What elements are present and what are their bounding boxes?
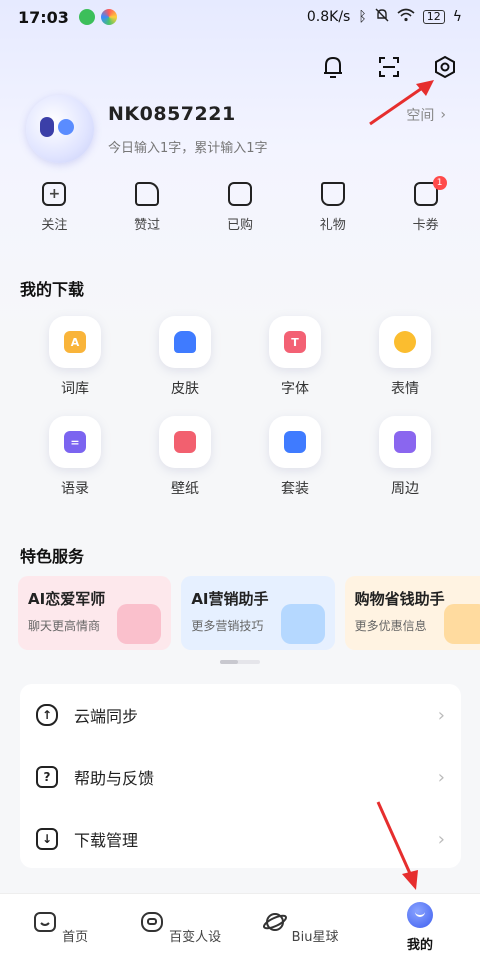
service-card-shopping[interactable]: 购物省钱助手 更多优惠信息 <box>344 576 480 650</box>
chevron-right-icon: › <box>437 828 445 850</box>
me-icon <box>407 901 433 928</box>
menu-label: 云端同步 <box>74 707 139 726</box>
mute-icon <box>375 8 389 26</box>
emoji-icon <box>379 316 431 368</box>
tab-planet[interactable]: Biu星球 <box>245 909 355 945</box>
download-label: 词库 <box>61 381 89 397</box>
download-label: 套装 <box>281 481 309 497</box>
battery-icon: 12 <box>422 10 445 24</box>
bottom-tab-bar: 首页 百变人设 Biu星球 我的 <box>0 893 480 960</box>
download-item-merch[interactable]: 周边 <box>350 416 460 498</box>
tab-home[interactable]: 首页 <box>5 909 115 945</box>
quick-actions: + 关注 赞过 已购 礼物 1 卡券 <box>0 176 480 233</box>
wifi-icon <box>397 8 415 26</box>
tab-persona[interactable]: 百变人设 <box>125 909 235 945</box>
chevron-right-icon: › <box>437 704 445 726</box>
tab-label: 首页 <box>62 930 89 945</box>
cloud-sync-icon: ↑ <box>36 704 58 726</box>
tab-label: Biu星球 <box>291 930 339 945</box>
charging-icon: ϟ <box>452 9 462 25</box>
trend-chart-icon <box>280 604 325 644</box>
bell-icon[interactable] <box>316 50 350 84</box>
quick-label: 礼物 <box>319 218 346 233</box>
quick-label: 卡券 <box>412 218 439 233</box>
chevron-right-icon: › <box>437 766 445 788</box>
notification-icons <box>78 9 117 25</box>
username: NK0857221 <box>108 103 236 125</box>
download-label: 壁纸 <box>171 481 199 497</box>
gift-icon <box>320 182 345 206</box>
skin-icon <box>159 316 211 368</box>
download-item-suit[interactable]: 套装 <box>240 416 350 498</box>
tab-label: 百变人设 <box>169 930 222 945</box>
app-notification-icon <box>100 9 117 25</box>
font-icon: T <box>269 316 321 368</box>
quick-follow[interactable]: + 关注 <box>17 182 91 233</box>
dictionary-icon: A <box>49 316 101 368</box>
net-speed: 0.8K/s <box>306 9 351 25</box>
chevron-right-icon: › <box>440 107 446 123</box>
persona-icon <box>140 912 163 932</box>
coin-icon <box>443 604 480 644</box>
download-item-skin[interactable]: 皮肤 <box>130 316 240 398</box>
status-time: 17:03 <box>18 7 69 27</box>
folder-icon <box>269 416 321 468</box>
menu-label: 下载管理 <box>74 831 139 850</box>
quick-coupon[interactable]: 1 卡券 <box>389 176 463 233</box>
services-row: AI恋爱军师 聊天更高情商 AI营销助手 更多营销技巧 购物省钱助手 更多优惠信… <box>18 576 480 650</box>
download-icon: ↓ <box>36 828 58 850</box>
quotes-icon: = <box>49 416 101 468</box>
download-item-font[interactable]: T 字体 <box>240 316 350 398</box>
download-item-quotes[interactable]: = 语录 <box>20 416 130 498</box>
annotation-arrow-settings <box>369 80 434 126</box>
menu-label: 帮助与反馈 <box>74 769 155 788</box>
help-icon: ? <box>36 766 58 788</box>
bluetooth-icon: ᛒ <box>358 9 367 25</box>
planet-icon <box>262 913 287 931</box>
download-label: 字体 <box>281 381 309 397</box>
quick-label: 已购 <box>226 218 253 233</box>
merch-icon <box>379 416 431 468</box>
avatar[interactable] <box>26 95 94 163</box>
download-label: 语录 <box>61 481 89 497</box>
quick-purchased[interactable]: 已购 <box>203 182 277 233</box>
home-icon <box>33 912 56 932</box>
downloads-grid: A 词库 皮肤 T 字体 表情 = 语录 壁纸 套装 周边 <box>20 316 460 498</box>
tab-label: 我的 <box>406 937 433 953</box>
coupon-badge: 1 <box>432 176 447 190</box>
quick-label: 关注 <box>41 218 68 233</box>
quick-gift[interactable]: 礼物 <box>296 182 370 233</box>
carousel-indicator <box>220 660 260 664</box>
thumb-up-icon <box>135 182 160 206</box>
wallpaper-icon <box>159 416 211 468</box>
quick-liked[interactable]: 赞过 <box>110 182 184 233</box>
download-label: 表情 <box>391 381 419 397</box>
service-card-marketing[interactable]: AI营销助手 更多营销技巧 <box>181 576 335 650</box>
download-label: 周边 <box>391 481 419 497</box>
input-stats: 今日输入1字，累计输入1字 <box>108 141 268 156</box>
tab-me[interactable]: 我的 <box>365 901 475 953</box>
annotation-arrow-me-tab <box>376 801 418 890</box>
download-item-dictionary[interactable]: A 词库 <box>20 316 130 398</box>
shopping-bag-icon <box>227 182 252 206</box>
services-title: 特色服务 <box>20 547 85 566</box>
download-item-wallpaper[interactable]: 壁纸 <box>130 416 240 498</box>
plus-box-icon: + <box>42 182 67 206</box>
service-card-love[interactable]: AI恋爱军师 聊天更高情商 <box>18 576 172 650</box>
download-label: 皮肤 <box>171 381 199 397</box>
status-bar: 17:03 0.8K/s ᛒ 12 ϟ <box>0 0 480 34</box>
wechat-icon <box>78 9 95 25</box>
quick-label: 赞过 <box>134 218 161 233</box>
heart-chat-icon <box>117 604 162 644</box>
status-right: 0.8K/s ᛒ 12 ϟ <box>307 8 462 26</box>
menu-item-cloud-sync[interactable]: ↑ 云端同步 › <box>20 684 461 746</box>
downloads-title: 我的下载 <box>20 280 85 299</box>
download-item-emoji[interactable]: 表情 <box>350 316 460 398</box>
